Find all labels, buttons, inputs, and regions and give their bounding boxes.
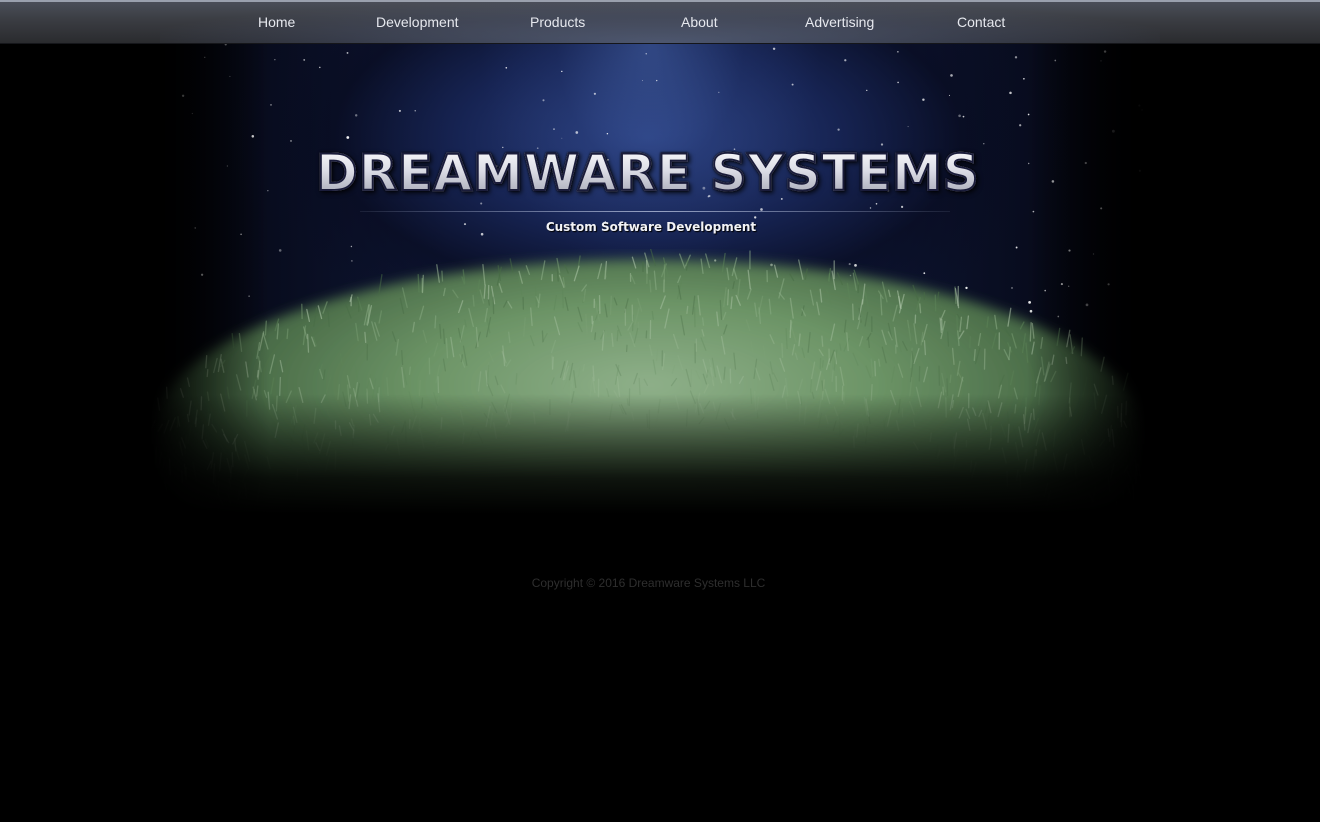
- site-logo-title: DREAMWARE SYSTEMS: [150, 143, 1146, 203]
- logo-divider: [360, 211, 950, 212]
- nav-item-development[interactable]: Development: [376, 14, 459, 30]
- nav-item-about[interactable]: About: [681, 14, 718, 30]
- top-nav-bar: Home Development Products About Advertis…: [0, 0, 1320, 44]
- site-tagline: Custom Software Development: [545, 220, 757, 234]
- nav-item-contact[interactable]: Contact: [957, 14, 1005, 30]
- footer-copyright: Copyright © 2016 Dreamware Systems LLC: [531, 576, 766, 590]
- nav-item-products[interactable]: Products: [530, 14, 585, 30]
- page: Home Development Products About Advertis…: [0, 0, 1320, 822]
- nav-item-home[interactable]: Home: [258, 14, 295, 30]
- hero-banner: DREAMWARE SYSTEMS Custom Software Develo…: [150, 44, 1146, 514]
- hero-bottom-fade: [150, 394, 1146, 514]
- nav-item-advertising[interactable]: Advertising: [805, 14, 874, 30]
